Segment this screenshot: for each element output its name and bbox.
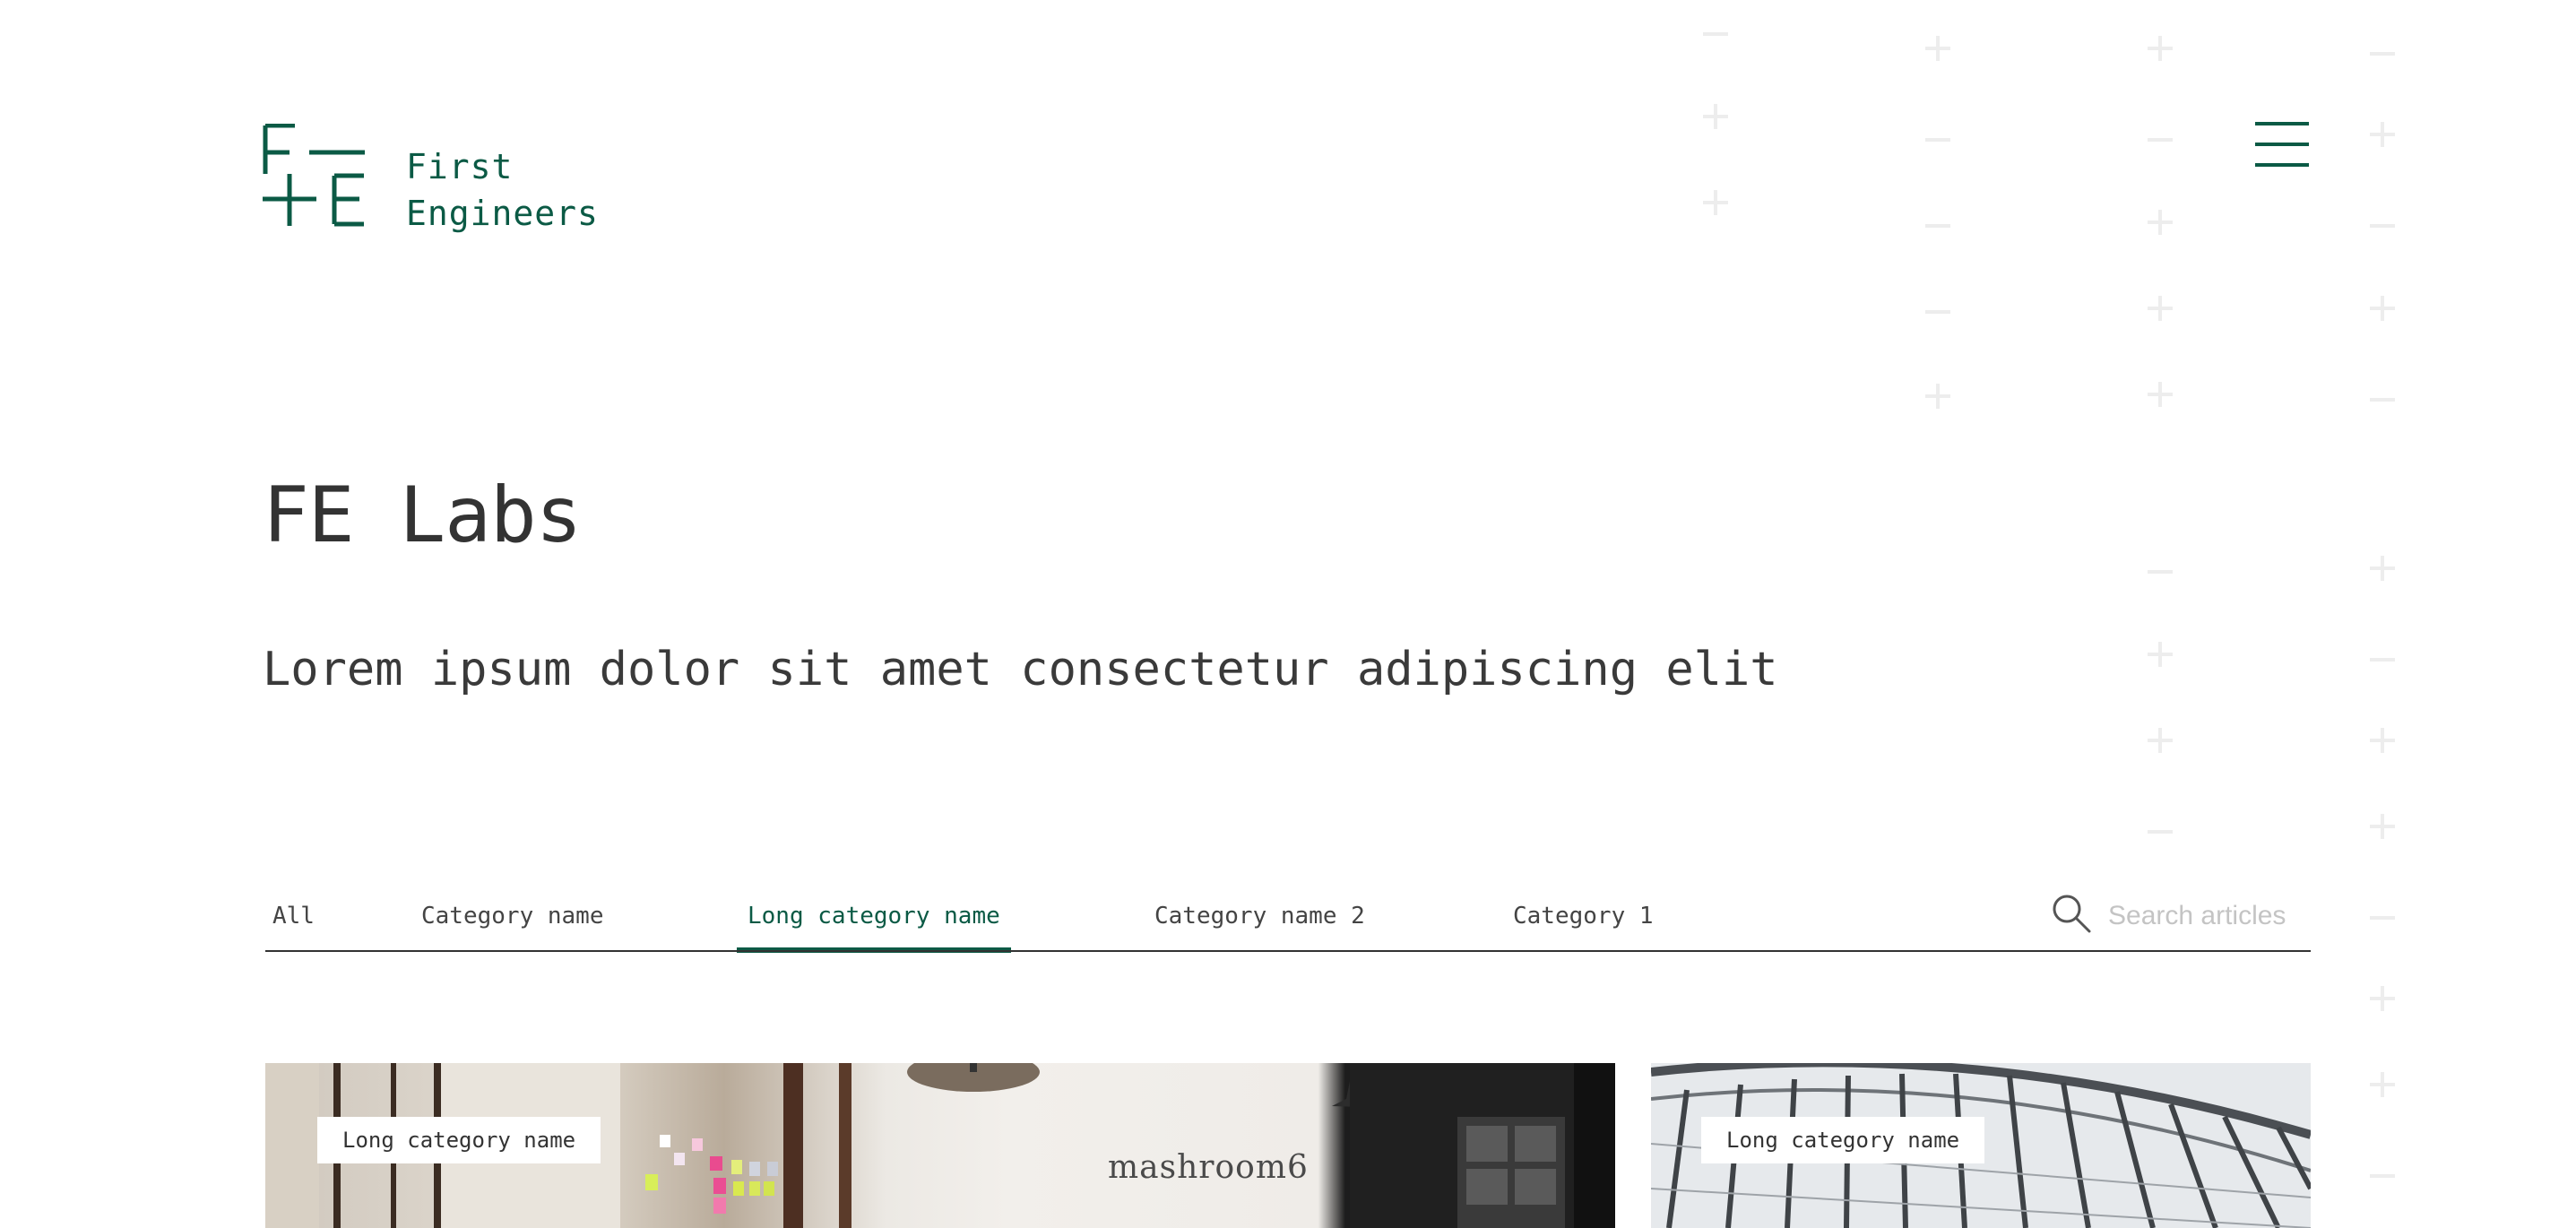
plus-glyph (2148, 36, 2173, 61)
minus-glyph (2148, 127, 2173, 152)
first-engineers-logo[interactable]: First Engineers (263, 124, 603, 233)
tab-category-1[interactable]: Category 1 (1513, 887, 1654, 952)
search-input[interactable] (2108, 895, 2311, 938)
hamburger-menu-icon (2255, 122, 2309, 125)
hamburger-menu-button[interactable] (2255, 122, 2309, 167)
article-category-tag: Long category name (1701, 1117, 1985, 1163)
plus-glyph (2370, 556, 2395, 581)
article-card[interactable]: Long category name (1651, 1063, 2311, 1228)
plus-glyph (2148, 642, 2173, 667)
plus-glyph (2370, 986, 2395, 1011)
tab-category-name-2[interactable]: Category name 2 (1154, 887, 1365, 952)
minus-glyph (2148, 819, 2173, 844)
minus-glyph (2370, 905, 2395, 930)
plus-glyph (2148, 210, 2173, 235)
plus-glyph (2148, 728, 2173, 753)
tab-long-category-name[interactable]: Long category name (737, 887, 1011, 953)
plus-glyph (1703, 190, 1728, 215)
minus-glyph (2370, 41, 2395, 66)
tab-all[interactable]: All (272, 887, 315, 952)
plus-glyph (2370, 814, 2395, 839)
minus-glyph (1925, 127, 1950, 152)
minus-glyph (2370, 647, 2395, 672)
plus-glyph (2370, 1072, 2395, 1097)
minus-glyph (1925, 213, 1950, 238)
search-box[interactable] (2051, 887, 2311, 952)
logo-line-2: Engineers (406, 194, 599, 233)
page-subtitle: Lorem ipsum dolor sit amet consectetur a… (263, 643, 1778, 696)
minus-glyph (2370, 213, 2395, 238)
hamburger-menu-icon-bar (2255, 163, 2309, 167)
plus-glyph (2370, 296, 2395, 321)
plus-glyph (1925, 384, 1950, 409)
hamburger-menu-icon-bar (2255, 143, 2309, 146)
plus-glyph (2370, 728, 2395, 753)
page-title: FE Labs (263, 471, 582, 560)
plus-glyph (2148, 382, 2173, 407)
plus-glyph (2370, 122, 2395, 147)
photo-sign-text: mashroom6 (1108, 1149, 1309, 1186)
minus-glyph (2370, 1163, 2395, 1189)
logo-wordmark: First Engineers (406, 143, 599, 237)
plus-glyph (1925, 36, 1950, 61)
minus-glyph (1925, 299, 1950, 324)
article-category-tag: Long category name (317, 1117, 601, 1163)
fe-logo-mark-icon (263, 124, 365, 227)
tab-category-name[interactable]: Category name (421, 887, 604, 952)
filter-bar-divider (265, 950, 2311, 952)
logo-line-1: First (406, 147, 514, 186)
minus-glyph (2148, 559, 2173, 584)
minus-glyph (2370, 387, 2395, 412)
search-icon (2053, 895, 2091, 933)
article-card[interactable]: mashroom6 Long category name (265, 1063, 1615, 1228)
category-filter-bar: All Category name Long category name Cat… (265, 887, 2311, 953)
plus-glyph (2148, 296, 2173, 321)
minus-glyph (1703, 22, 1728, 47)
plus-glyph (1703, 104, 1728, 129)
